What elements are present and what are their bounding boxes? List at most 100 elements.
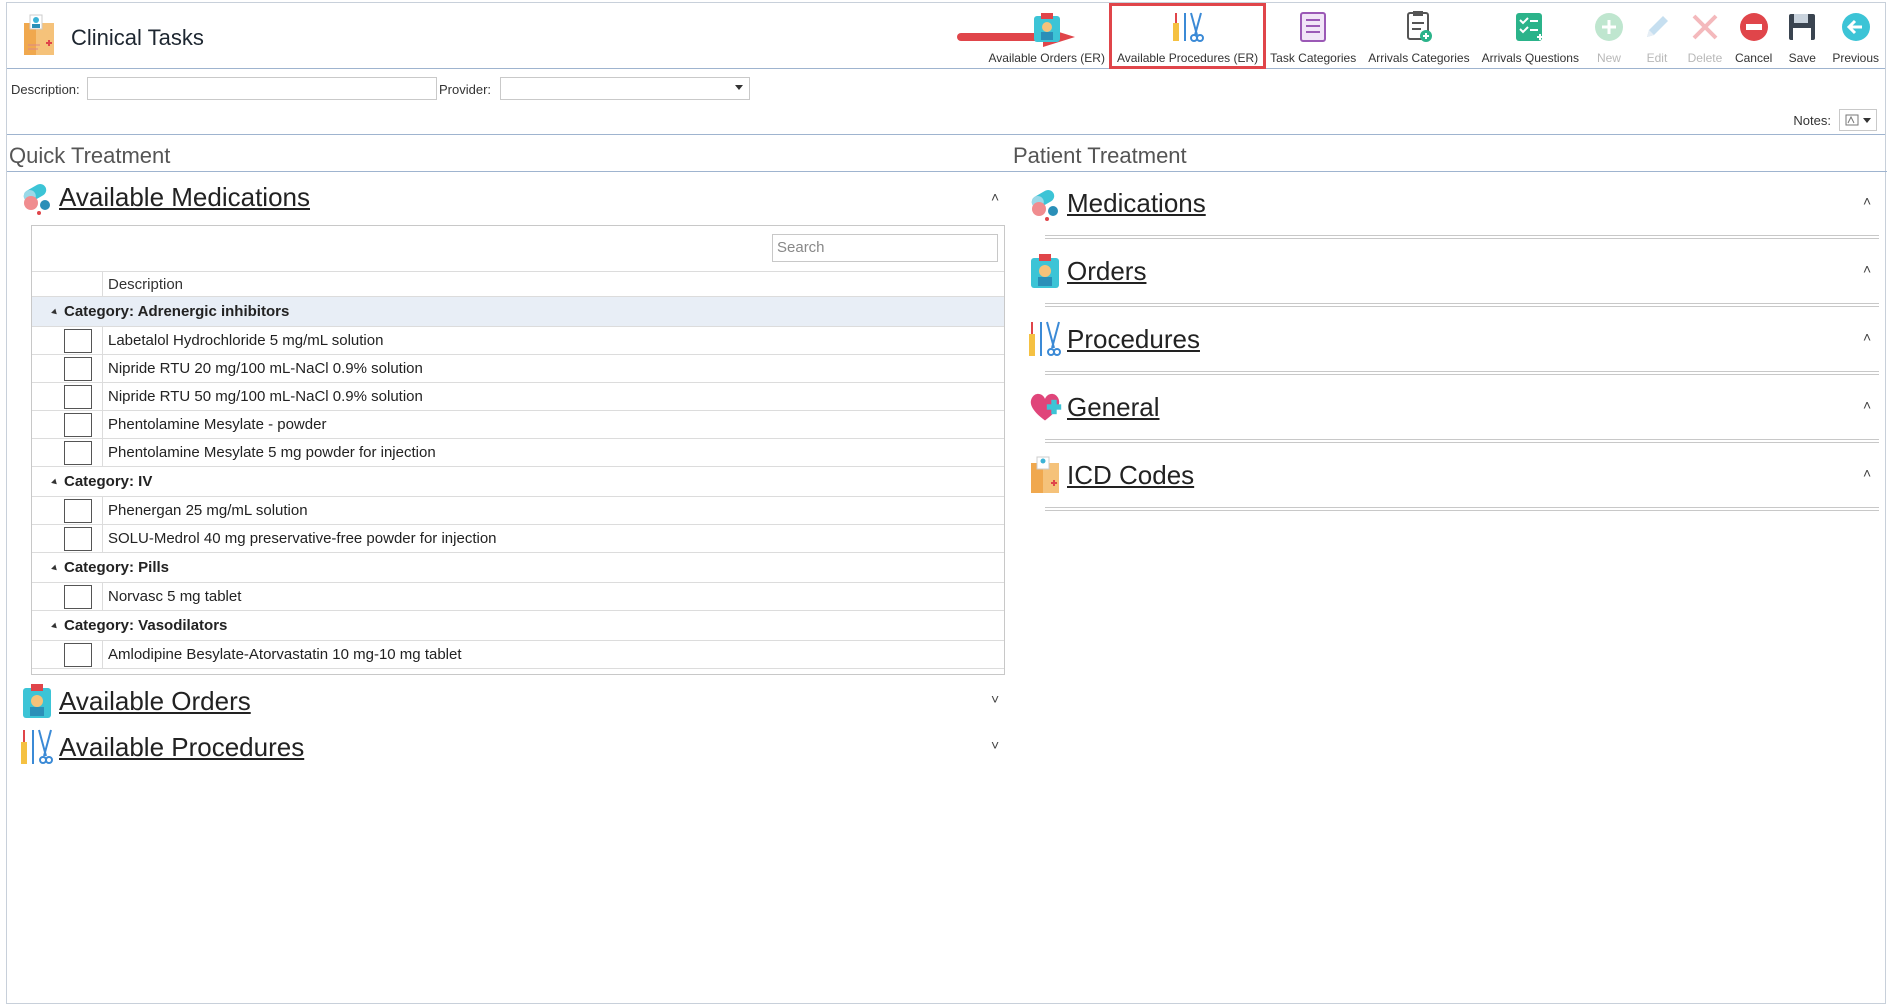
section-separator <box>1045 303 1879 307</box>
chevron-up-icon[interactable]: ˄ <box>1863 329 1871 345</box>
medication-description: Nipride RTU 50 mg/100 mL-NaCl 0.9% solut… <box>102 383 423 410</box>
table-row[interactable]: Nipride RTU 50 mg/100 mL-NaCl 0.9% solut… <box>32 383 1004 411</box>
notes-row: Notes: <box>1793 107 1877 133</box>
description-label: Description: <box>11 82 80 97</box>
arrivals-categories-button[interactable]: Arrivals Categories <box>1362 5 1475 67</box>
table-row[interactable]: Phenergan 25 mg/mL solution <box>32 497 1004 525</box>
available-medications-expander[interactable]: Available Medications <box>19 177 310 217</box>
toolbar: Available Orders (ER) Available Procedur… <box>982 3 1885 69</box>
chevron-up-icon[interactable]: ˄ <box>991 189 999 205</box>
available-orders-expander[interactable]: Available Orders <box>19 681 251 721</box>
row-checkbox[interactable] <box>64 357 92 381</box>
available-procedures-er-button[interactable]: Available Procedures (ER) <box>1108 3 1267 69</box>
pills-icon <box>1027 183 1063 223</box>
task-categories-button[interactable]: Task Categories <box>1264 5 1362 67</box>
row-checkbox[interactable] <box>64 329 92 353</box>
row-checkbox[interactable] <box>64 413 92 437</box>
notes-icon <box>1845 114 1859 126</box>
chevron-down-icon[interactable]: ˅ <box>991 691 999 707</box>
chevron-up-icon[interactable]: ˄ <box>1863 193 1871 209</box>
category-label: Category: Adrenergic inhibitors <box>64 303 290 320</box>
chevron-up-icon[interactable]: ˄ <box>1863 465 1871 481</box>
section-separator <box>1045 507 1879 511</box>
x-icon <box>1687 9 1723 45</box>
header: Clinical Tasks Available Orders (ER) Ava… <box>7 3 1885 69</box>
search-input[interactable]: Search <box>772 234 998 262</box>
toolbar-button-label: Previous <box>1832 51 1879 65</box>
section-separator <box>1045 439 1879 443</box>
toolbar-button-label: Task Categories <box>1270 51 1357 65</box>
arrow-left-icon <box>1838 9 1874 45</box>
edit-button[interactable]: Edit <box>1633 5 1681 67</box>
collapse-triangle-icon[interactable] <box>51 478 59 486</box>
available-procedures-expander[interactable]: Available Procedures <box>19 727 304 767</box>
category-row[interactable]: Category: Adrenergic inhibitors <box>32 297 1004 327</box>
pills-icon <box>19 177 55 217</box>
toolbar-button-label: Cancel <box>1734 51 1773 65</box>
medications-grid: Search Description Category: Adrenergic … <box>31 225 1005 675</box>
collapse-triangle-icon[interactable] <box>51 564 59 572</box>
chevron-down-icon <box>1863 117 1871 123</box>
patient-procedures-expander[interactable]: Procedures <box>1027 319 1200 359</box>
quick-treatment-title: Quick Treatment <box>9 143 171 168</box>
table-row[interactable]: Phentolamine Mesylate - powder <box>32 411 1004 439</box>
row-checkbox[interactable] <box>64 385 92 409</box>
chevron-up-icon[interactable]: ˄ <box>1863 397 1871 413</box>
patient-orders-expander[interactable]: Orders <box>1027 251 1146 291</box>
category-row[interactable]: Category: Vasodilators <box>32 611 1004 641</box>
collapse-triangle-icon[interactable] <box>51 308 59 316</box>
previous-button[interactable]: Previous <box>1826 5 1885 67</box>
row-checkbox[interactable] <box>64 527 92 551</box>
chevron-up-icon[interactable]: ˄ <box>1863 261 1871 277</box>
table-row[interactable]: SOLU-Medrol 40 mg preservative-free powd… <box>32 525 1004 553</box>
row-checkbox[interactable] <box>64 499 92 523</box>
collapse-triangle-icon[interactable] <box>51 622 59 630</box>
row-checkbox[interactable] <box>64 585 92 609</box>
chevron-down-icon <box>735 85 743 90</box>
arrivals-questions-button[interactable]: Arrivals Questions <box>1476 5 1585 67</box>
medication-description: Phentolamine Mesylate 5 mg powder for in… <box>102 439 436 466</box>
table-row[interactable]: Labetalol Hydrochloride 5 mg/mL solution <box>32 327 1004 355</box>
patient-icd-codes-expander[interactable]: ICD Codes <box>1027 455 1194 495</box>
row-checkbox[interactable] <box>64 643 92 667</box>
table-row[interactable]: Nipride RTU 20 mg/100 mL-NaCl 0.9% solut… <box>32 355 1004 383</box>
plus-circle-icon <box>1591 9 1627 45</box>
patient-medications-expander[interactable]: Medications <box>1027 183 1206 223</box>
category-row[interactable]: Category: Pills <box>32 553 1004 583</box>
icd-codes-title: ICD Codes <box>1067 459 1195 490</box>
medication-description: Amlodipine Besylate-Atorvastatin 10 mg-1… <box>102 641 462 668</box>
pencil-icon <box>1639 9 1675 45</box>
description-input[interactable] <box>87 77 437 100</box>
medication-description: SOLU-Medrol 40 mg preservative-free powd… <box>102 525 497 552</box>
delete-button[interactable]: Delete <box>1681 5 1729 67</box>
cancel-icon <box>1736 9 1772 45</box>
cancel-button[interactable]: Cancel <box>1729 5 1778 67</box>
category-row[interactable]: Category: IV <box>32 467 1004 497</box>
grid-header: Description <box>32 271 1004 297</box>
column-header-description[interactable]: Description <box>102 272 183 296</box>
table-row[interactable]: Phentolamine Mesylate 5 mg powder for in… <box>32 439 1004 467</box>
table-row[interactable]: Amlodipine Besylate-Atorvastatin 10 mg-1… <box>32 641 1004 669</box>
chevron-down-icon[interactable]: ˅ <box>991 737 999 753</box>
procedures-icon <box>1170 9 1206 45</box>
filter-row: Description: Provider: <box>7 69 1885 105</box>
available-orders-title: Available Orders <box>59 685 251 716</box>
medications-title: Medications <box>1067 187 1206 218</box>
orders-title: Orders <box>1067 255 1147 286</box>
page-title: Clinical Tasks <box>71 25 204 50</box>
medication-description: Labetalol Hydrochloride 5 mg/mL solution <box>102 327 383 354</box>
table-row[interactable]: Norvasc 5 mg tablet <box>32 583 1004 611</box>
save-button[interactable]: Save <box>1778 5 1826 67</box>
category-label: Category: Pills <box>64 559 170 576</box>
task-categories-icon <box>1295 9 1331 45</box>
procedures-icon <box>1027 319 1063 359</box>
row-checkbox[interactable] <box>64 441 92 465</box>
patient-treatment-title: Patient Treatment <box>1013 143 1187 168</box>
toolbar-button-label: Save <box>1788 51 1816 65</box>
new-button[interactable]: New <box>1585 5 1633 67</box>
toolbar-button-label: Arrivals Questions <box>1481 51 1579 65</box>
notes-dropdown[interactable] <box>1839 109 1877 131</box>
available-orders-er-button[interactable]: Available Orders (ER) <box>982 5 1110 67</box>
patient-general-expander[interactable]: General <box>1027 387 1160 427</box>
provider-select[interactable] <box>500 77 750 100</box>
